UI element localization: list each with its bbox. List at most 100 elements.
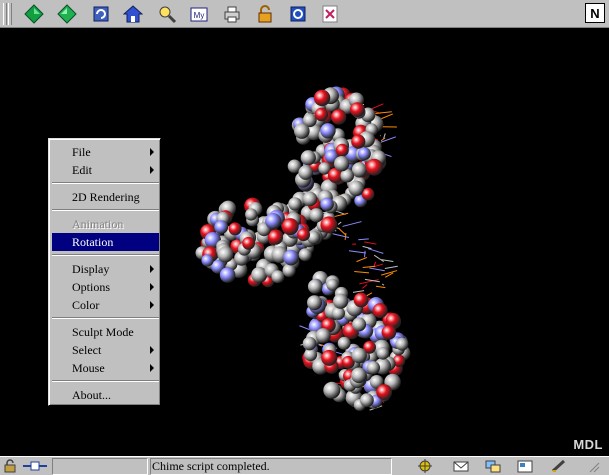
atom bbox=[351, 367, 367, 384]
menu-item-rotation[interactable]: Rotation bbox=[52, 233, 159, 251]
atom bbox=[360, 393, 374, 408]
atom bbox=[245, 208, 258, 221]
atom bbox=[320, 123, 336, 139]
menu-item-label: File bbox=[72, 145, 91, 159]
search-icon[interactable] bbox=[155, 3, 179, 25]
progress-panel bbox=[52, 458, 148, 475]
menu-item-select[interactable]: Select bbox=[52, 341, 159, 359]
atom bbox=[321, 349, 338, 366]
atom bbox=[282, 263, 296, 278]
menu-item-label: Edit bbox=[72, 163, 92, 177]
atom bbox=[314, 107, 329, 122]
submenu-arrow-icon bbox=[150, 148, 154, 156]
atom bbox=[201, 254, 214, 267]
atom bbox=[337, 336, 351, 350]
atom bbox=[331, 306, 345, 320]
menu-separator bbox=[52, 209, 159, 211]
context-menu: File Edit 2D Rendering Animation Rotatio… bbox=[48, 138, 161, 406]
atom bbox=[381, 325, 397, 340]
dna-bond bbox=[381, 283, 385, 286]
print-icon[interactable] bbox=[220, 3, 244, 25]
atom bbox=[331, 109, 347, 125]
submenu-arrow-icon bbox=[150, 301, 154, 309]
dna-bond bbox=[348, 250, 366, 254]
menu-item-label: Sculpt Mode bbox=[72, 325, 134, 339]
menu-item-sculpt-mode[interactable]: Sculpt Mode bbox=[52, 323, 159, 341]
dna-bond bbox=[362, 284, 368, 289]
mail-icon[interactable] bbox=[452, 458, 470, 474]
menu-item-2d-rendering[interactable]: 2D Rendering bbox=[52, 188, 159, 206]
atom bbox=[217, 246, 234, 263]
dna-bond bbox=[381, 270, 398, 276]
atom bbox=[309, 208, 324, 223]
atom bbox=[298, 248, 312, 262]
atom bbox=[351, 162, 367, 178]
menu-item-animation: Animation bbox=[52, 215, 159, 233]
security-icon[interactable] bbox=[253, 3, 277, 25]
dna-bond bbox=[375, 285, 386, 289]
atom bbox=[372, 303, 388, 319]
toolbar-grip[interactable] bbox=[8, 3, 12, 25]
atom bbox=[302, 336, 317, 351]
menu-separator bbox=[52, 254, 159, 256]
menu-item-file[interactable]: File bbox=[52, 143, 159, 161]
atom bbox=[357, 147, 371, 161]
dna-bond bbox=[342, 221, 362, 227]
reload-icon[interactable] bbox=[89, 3, 113, 25]
atom bbox=[313, 89, 331, 107]
atom bbox=[353, 292, 369, 308]
atom bbox=[271, 270, 285, 284]
menu-item-about[interactable]: About... bbox=[52, 386, 159, 404]
submenu-arrow-icon bbox=[150, 346, 154, 354]
menu-item-mouse[interactable]: Mouse bbox=[52, 359, 159, 377]
menu-item-edit[interactable]: Edit bbox=[52, 161, 159, 179]
back-icon[interactable] bbox=[22, 3, 46, 25]
stop-icon[interactable] bbox=[318, 3, 342, 25]
atom bbox=[288, 197, 302, 211]
dna-bond bbox=[369, 267, 385, 272]
atom bbox=[395, 337, 409, 351]
my-netscape-icon[interactable]: My bbox=[187, 3, 211, 25]
resize-grip-icon[interactable] bbox=[584, 458, 602, 474]
my-label: My bbox=[194, 11, 205, 20]
dna-bond bbox=[352, 290, 365, 293]
submenu-arrow-icon bbox=[150, 265, 154, 273]
atom bbox=[302, 191, 318, 207]
menu-item-label: Select bbox=[72, 343, 102, 357]
lock-icon[interactable] bbox=[1, 458, 19, 474]
home-icon[interactable] bbox=[121, 3, 145, 25]
menu-item-display[interactable]: Display bbox=[52, 260, 159, 278]
atom bbox=[350, 102, 365, 117]
composer-icon[interactable] bbox=[516, 458, 534, 474]
dna-bond bbox=[380, 137, 386, 142]
menu-item-label: Mouse bbox=[72, 361, 105, 375]
atom bbox=[320, 216, 338, 234]
atom bbox=[320, 197, 334, 212]
atom bbox=[365, 158, 383, 176]
dna-bond bbox=[370, 103, 384, 110]
menu-item-label: 2D Rendering bbox=[72, 190, 140, 204]
navigator-icon[interactable] bbox=[416, 458, 434, 474]
dna-bond bbox=[354, 270, 370, 274]
menu-item-color[interactable]: Color bbox=[52, 296, 159, 314]
menu-item-label: Rotation bbox=[72, 235, 114, 249]
menu-separator bbox=[52, 317, 159, 319]
status-bar: Chime script completed. bbox=[0, 456, 609, 475]
atom bbox=[297, 228, 310, 242]
netscape-logo: N bbox=[585, 3, 605, 23]
toolbar-grip[interactable] bbox=[3, 3, 7, 25]
atom bbox=[348, 180, 365, 197]
forward-icon[interactable] bbox=[55, 3, 79, 25]
atom bbox=[219, 267, 236, 283]
edit-pen-icon[interactable] bbox=[550, 458, 568, 474]
shop-icon[interactable] bbox=[286, 3, 310, 25]
atom bbox=[351, 134, 366, 149]
dna-bond bbox=[358, 238, 369, 241]
atom bbox=[334, 156, 350, 172]
dna-bond bbox=[337, 221, 342, 225]
discussion-icon[interactable] bbox=[484, 458, 502, 474]
mdl-watermark: MDL bbox=[573, 437, 603, 452]
menu-item-options[interactable]: Options bbox=[52, 278, 159, 296]
status-message: Chime script completed. bbox=[152, 459, 270, 473]
atom bbox=[323, 381, 341, 399]
